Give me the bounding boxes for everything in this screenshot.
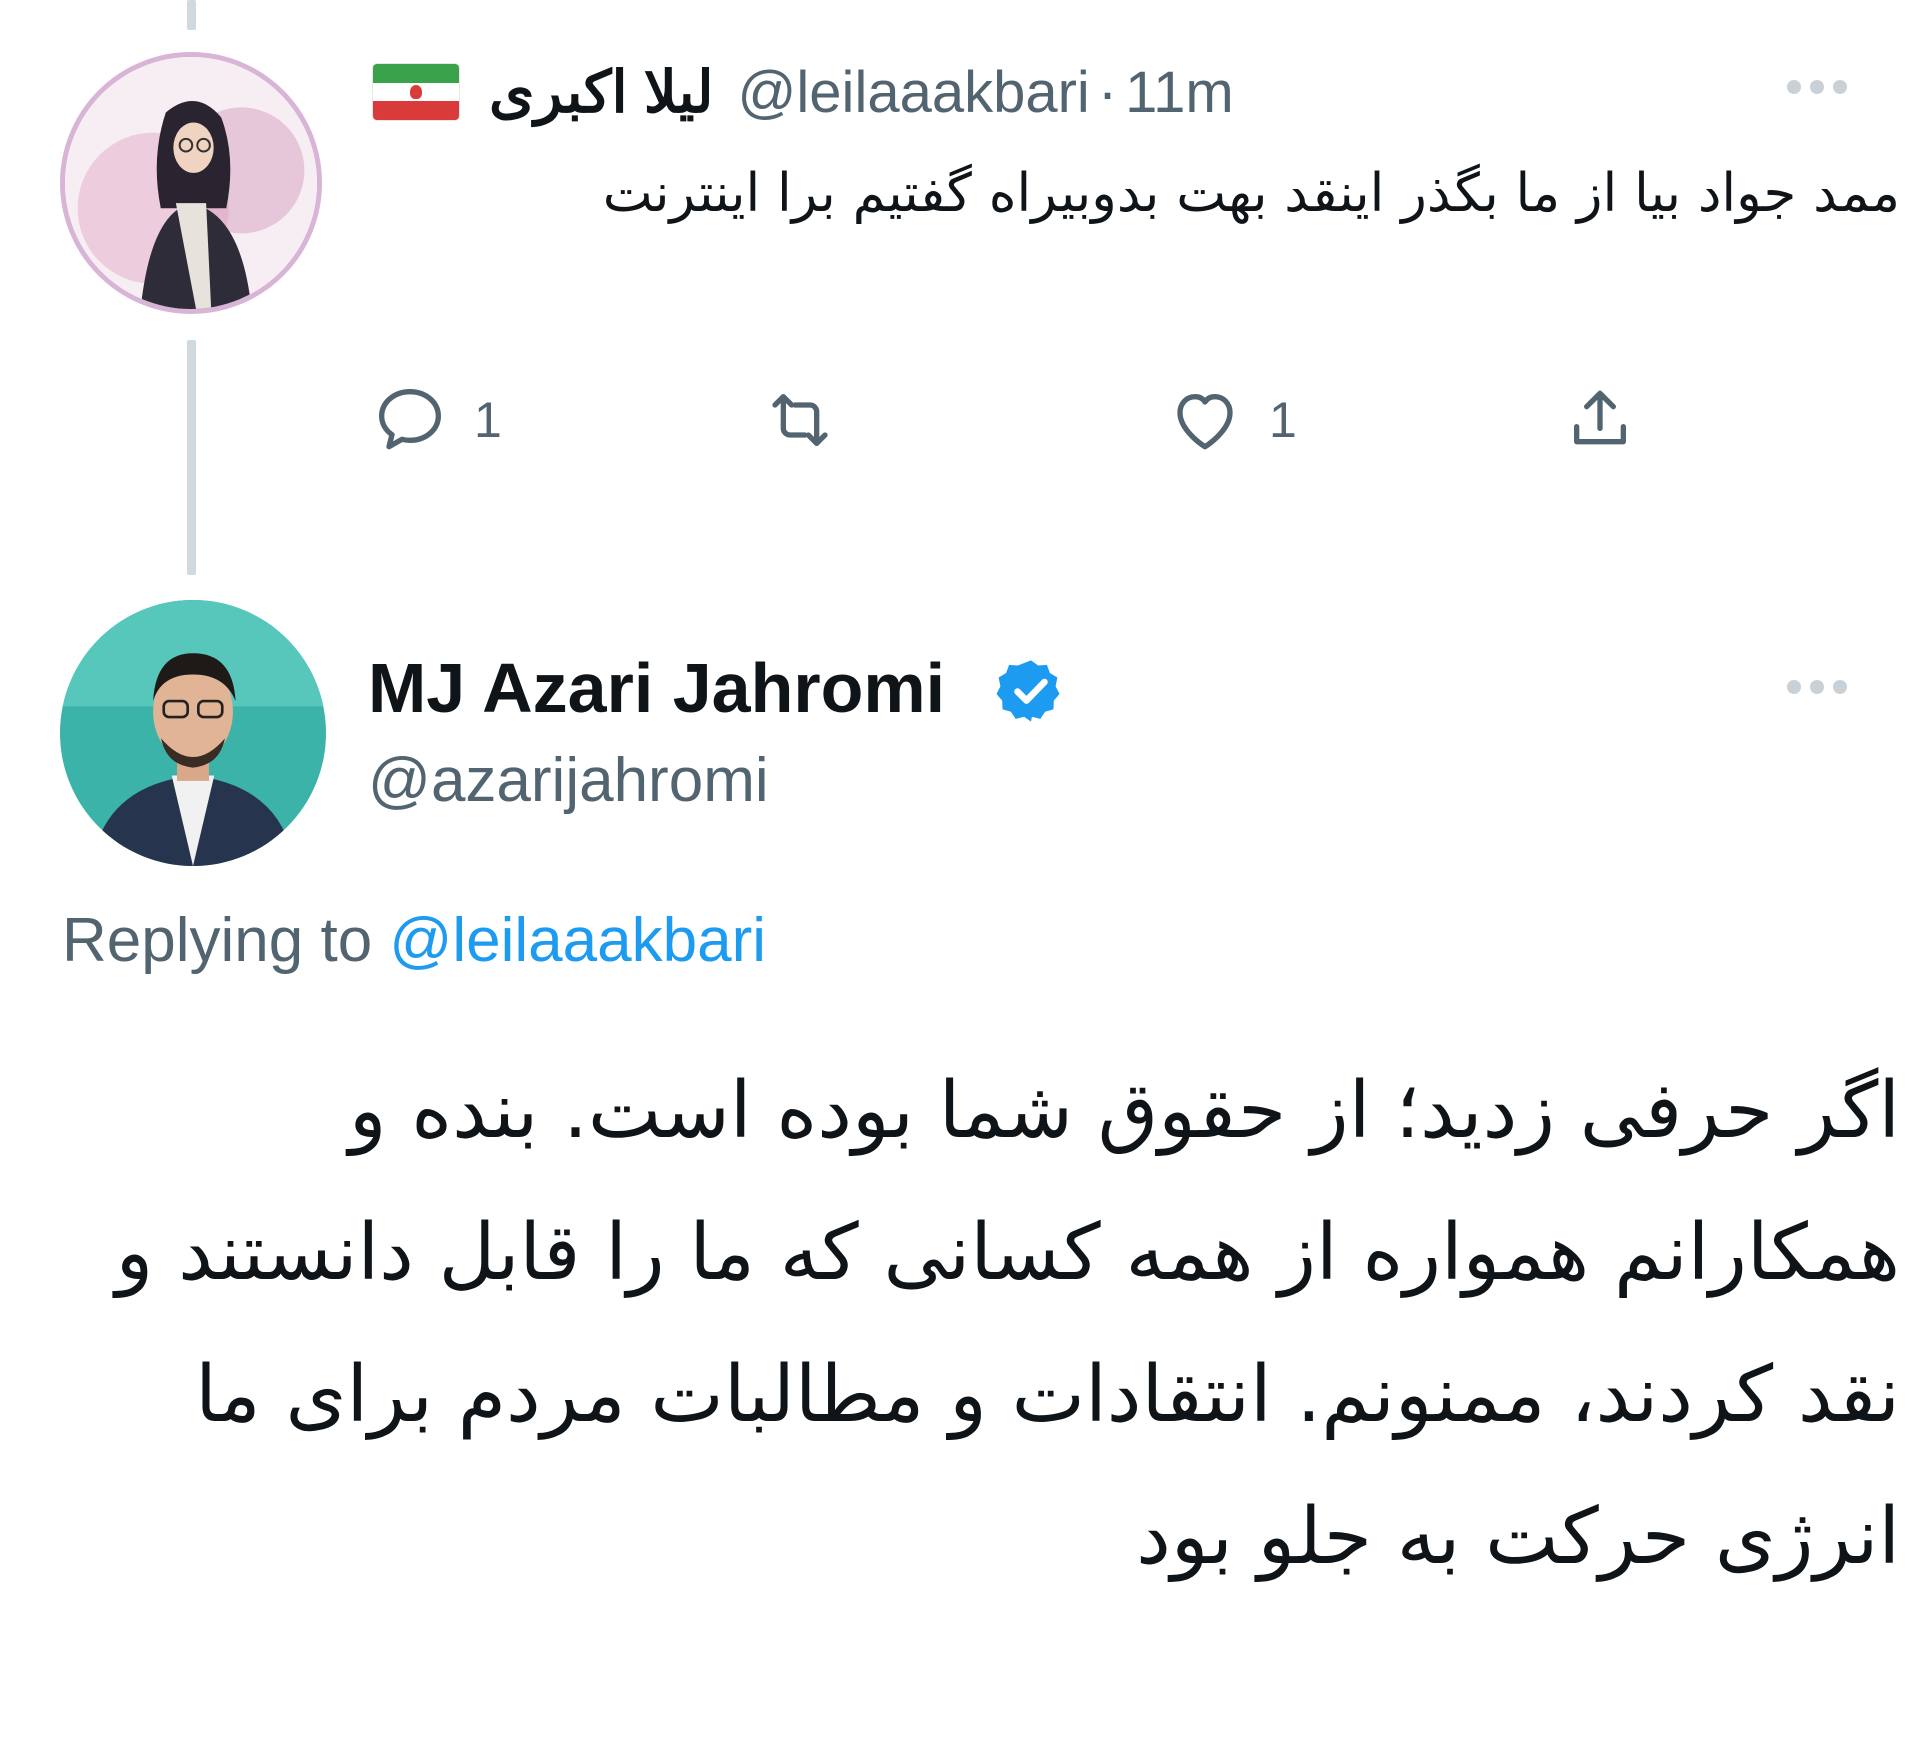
like-count: 1: [1269, 392, 1297, 448]
reply-icon: [379, 389, 442, 450]
replying-to-label: Replying to: [62, 906, 373, 975]
iran-flag-icon: [373, 64, 459, 120]
tweet-text: ممد جواد بیا از ما بگذر اینقد بهت بدوبیر…: [602, 163, 1900, 224]
more-options-icon[interactable]: [1787, 80, 1847, 94]
tweet-text: اگر حرفی زدید؛ از حقوق شما بوده است. بند…: [115, 1066, 1900, 1582]
share-button[interactable]: [1560, 380, 1640, 460]
avatar-illustration: [65, 57, 317, 309]
retweet-button[interactable]: [760, 380, 840, 460]
thread-connector-line: [187, 340, 196, 575]
separator-dot: ·: [1097, 59, 1118, 125]
tweet-timestamp[interactable]: 11m: [1125, 59, 1234, 126]
replying-to-line: Replying to @leilaaakbari: [62, 905, 766, 976]
avatar[interactable]: [60, 52, 322, 314]
mention-link[interactable]: @leilaaakbari: [389, 906, 766, 975]
user-handle[interactable]: @leilaaakbari: [738, 59, 1090, 126]
thread-connector-line: [187, 0, 196, 30]
heart-icon: [1177, 394, 1233, 450]
reply-count: 1: [474, 392, 502, 448]
share-icon: [1574, 390, 1626, 445]
verified-badge-icon: [996, 660, 1060, 722]
display-name[interactable]: MJ Azari Jahromi: [368, 648, 945, 728]
user-handle[interactable]: @azarijahromi: [368, 745, 769, 816]
avatar[interactable]: [60, 600, 326, 866]
more-options-icon[interactable]: [1787, 680, 1847, 694]
display-name[interactable]: لیلا اکبری: [489, 58, 714, 126]
reply-button[interactable]: 1: [370, 380, 502, 460]
retweet-icon: [772, 394, 828, 446]
like-button[interactable]: 1: [1165, 380, 1297, 460]
tweet-header: لیلا اکبری @leilaaakbari · 11m: [373, 52, 1234, 132]
avatar-photo: [60, 600, 326, 866]
